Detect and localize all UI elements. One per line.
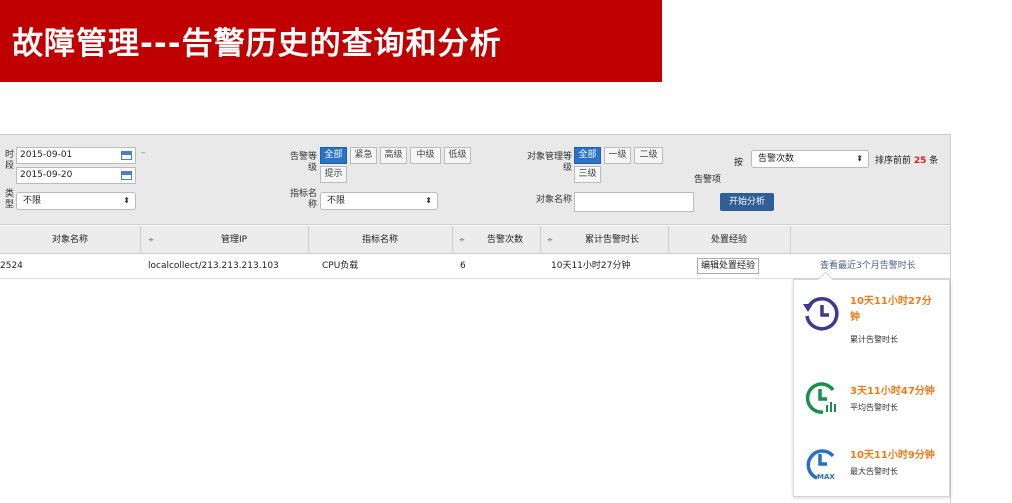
object-level-label: 对象管理等 级 [526, 152, 572, 173]
title-banner: 故障管理---告警历史的查询和分析 [0, 0, 662, 82]
object-name-input[interactable] [574, 192, 694, 212]
stat-max-value: 10天11小时9分钟 [850, 450, 935, 461]
obj-level-2-button[interactable]: 二级 [634, 147, 663, 164]
view-recent-duration-link[interactable]: 查看最近3个月告警时长 [820, 254, 916, 279]
stat-total-label: 累计告警时长 [850, 335, 898, 344]
stat-total-value: 10天11小时27分钟 [850, 296, 932, 323]
cell-total-duration: 10天11小时27分钟 [551, 261, 631, 271]
duration-popup: 10天11小时27分钟 累计告警时长 3天11小时47分钟 平均告警时长 MAX… [793, 279, 950, 497]
col-management-ip[interactable]: 管理IP [160, 226, 308, 254]
col-object-name[interactable]: 对象名称 [0, 226, 140, 254]
level-info-button[interactable]: 提示 [320, 166, 347, 183]
obj-level-1-button[interactable]: 一级 [604, 147, 631, 164]
stat-average-label: 平均告警时长 [850, 403, 898, 412]
sort-item-label: 告警项 [694, 175, 722, 185]
column-divider [140, 226, 141, 254]
app-screenshot: 时 段 2015-09-01 – 2015-09-20 类 型 不限 ⬍ 告警等… [0, 134, 951, 503]
stat-average-duration: 3天11小时47分钟 平均告警时长 [794, 376, 951, 436]
column-divider [540, 226, 541, 254]
category-select-value: 不限 [23, 196, 42, 206]
column-divider [452, 226, 453, 254]
cell-management-ip: localcollect/213.213.213.103 [148, 261, 279, 271]
column-divider [790, 226, 791, 254]
date-from-value: 2015-09-01 [20, 150, 73, 160]
time-range-label: 时 段 [4, 150, 14, 171]
sort-by-label: 按 [734, 158, 744, 168]
table-header: 对象名称 ÷ 管理IP 指标名称 ÷ 告警次数 ÷ 累计告警时长 处置经验 [0, 226, 950, 254]
object-name-label: 对象名称 [535, 195, 572, 205]
start-analysis-button[interactable]: 开始分析 [720, 193, 774, 211]
col-total-duration[interactable]: 累计告警时长 [556, 226, 668, 254]
calendar-icon[interactable] [121, 171, 132, 180]
sort-icon[interactable]: ÷ [148, 226, 154, 254]
alarm-level-label: 告警等 级 [289, 152, 317, 173]
col-alarm-count[interactable]: 告警次数 [470, 226, 540, 254]
page-title: 故障管理---告警历史的查询和分析 [12, 26, 502, 62]
rank-suffix: 条 [929, 156, 939, 166]
level-urgent-button[interactable]: 紧急 [350, 147, 377, 164]
filter-panel: 时 段 2015-09-01 – 2015-09-20 类 型 不限 ⬍ 告警等… [0, 135, 950, 225]
col-indicator-name[interactable]: 指标名称 [308, 226, 452, 254]
sort-icon[interactable]: ÷ [459, 226, 465, 254]
cell-alarm-count: 6 [460, 261, 466, 271]
stat-max-duration: MAX 10天11小时9分钟 最大告警时长 [794, 440, 951, 500]
calendar-icon[interactable] [121, 151, 132, 160]
select-arrows-icon: ⬍ [856, 154, 863, 163]
sort-select-value: 告警次数 [758, 154, 795, 164]
select-arrows-icon: ⬍ [123, 196, 130, 205]
sort-select[interactable]: 告警次数 ⬍ [751, 150, 869, 168]
rank-prefix: 排序前前 [875, 156, 912, 166]
table-row: 2524 localcollect/213.213.213.103 CPU负载 … [0, 254, 950, 279]
level-mid-button[interactable]: 中级 [410, 147, 441, 164]
indicator-select-value: 不限 [327, 196, 346, 206]
select-arrows-icon: ⬍ [425, 196, 432, 205]
indicator-label: 指标名 称 [289, 189, 317, 210]
max-tag: MAX [817, 473, 835, 481]
indicator-select[interactable]: 不限 ⬍ [320, 192, 438, 210]
average-clock-icon [805, 382, 836, 414]
stat-total-duration: 10天11小时27分钟 累计告警时长 [794, 292, 951, 352]
stat-max-label: 最大告警时长 [850, 467, 898, 476]
date-to-input[interactable]: 2015-09-20 [16, 167, 136, 184]
obj-level-all-button[interactable]: 全部 [574, 147, 601, 164]
rank-count: 25 [913, 156, 927, 166]
date-separator: – [141, 148, 146, 158]
level-all-button[interactable]: 全部 [320, 147, 347, 164]
col-handling-experience: 处置经验 [710, 235, 747, 245]
obj-level-3-button[interactable]: 三级 [574, 166, 601, 183]
level-low-button[interactable]: 低级 [444, 147, 471, 164]
rank-limit: 排序前前 25 条 [875, 153, 938, 166]
edit-experience-button[interactable]: 编辑处置经验 [697, 258, 759, 274]
level-high-button[interactable]: 高级 [380, 147, 407, 164]
cell-indicator-name: CPU负载 [322, 261, 359, 271]
date-from-input[interactable]: 2015-09-01 [16, 147, 136, 164]
history-clock-icon [803, 297, 839, 331]
date-to-value: 2015-09-20 [20, 170, 73, 180]
category-select[interactable]: 不限 ⬍ [16, 192, 136, 210]
stat-average-value: 3天11小时47分钟 [850, 386, 935, 397]
cell-object-name: 2524 [0, 261, 23, 271]
sort-icon[interactable]: ÷ [547, 226, 553, 254]
category-label: 类 型 [4, 189, 14, 210]
